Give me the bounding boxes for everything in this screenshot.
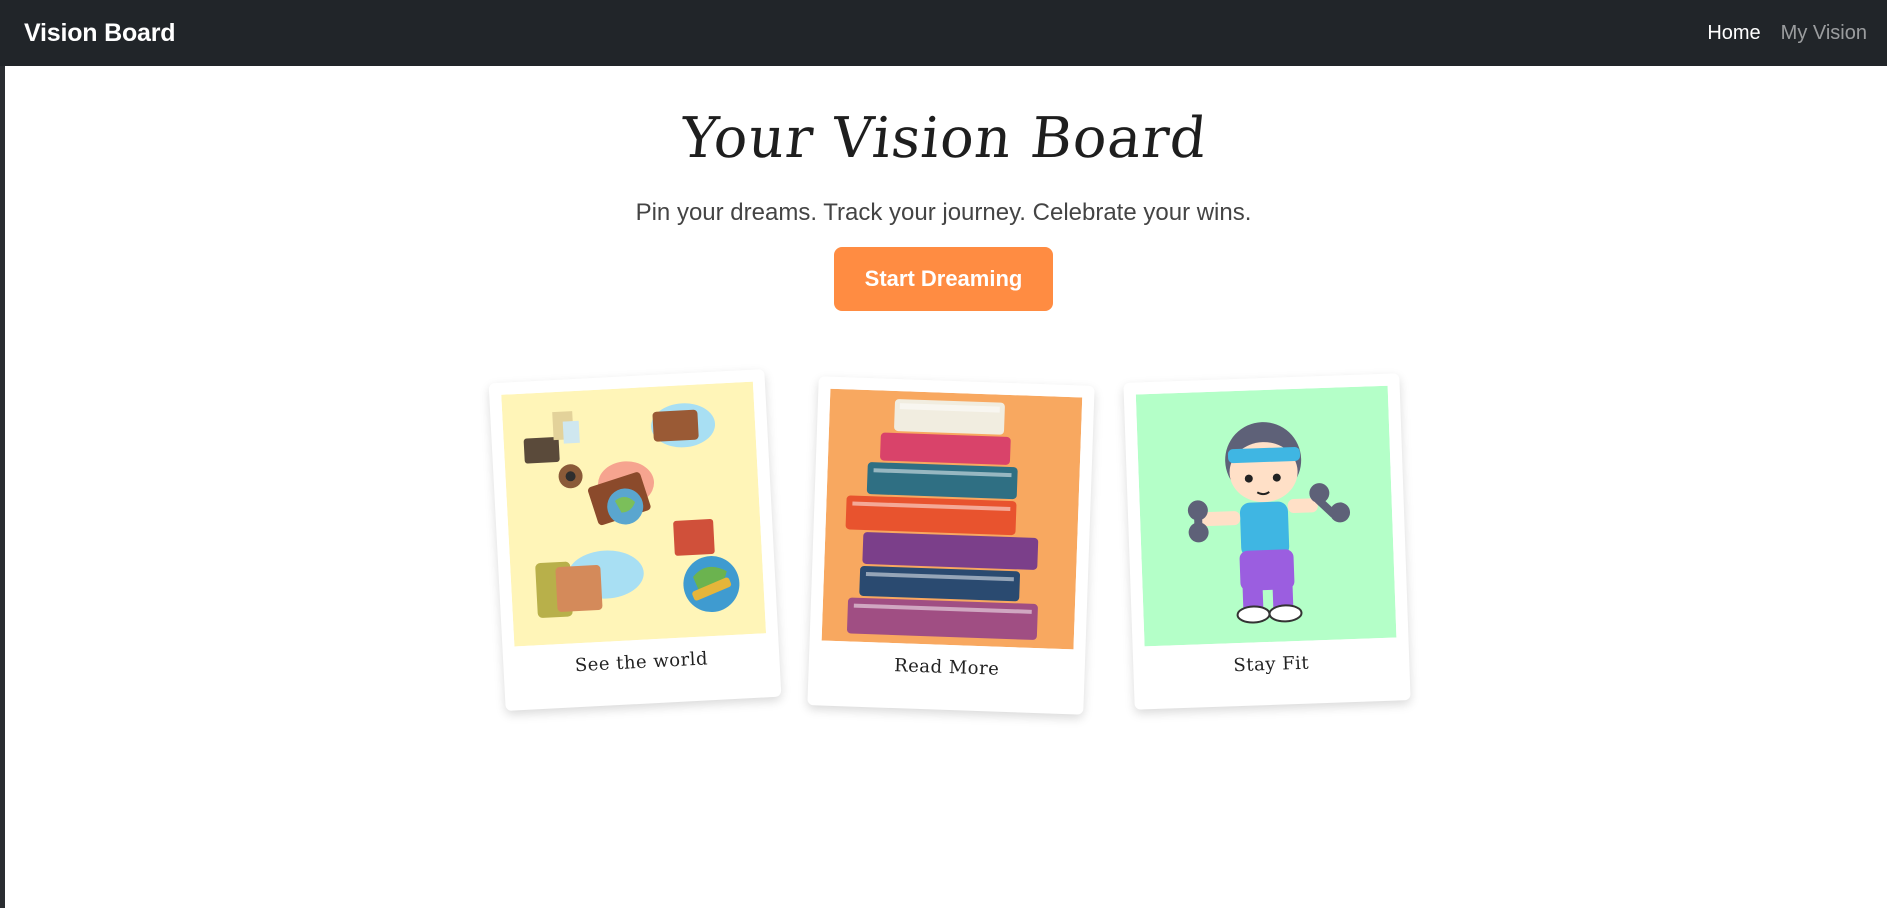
card-caption: See the world — [574, 648, 709, 677]
navbar: Vision Board Home My Vision — [0, 0, 1887, 66]
fitness-boy-illustration — [1135, 385, 1397, 647]
brand-logo[interactable]: Vision Board — [24, 19, 176, 48]
vision-card-travel[interactable]: See the world — [488, 369, 782, 711]
page-title: Your Vision Board — [677, 106, 1210, 171]
hero-section: Your Vision Board Pin your dreams. Track… — [0, 66, 1887, 311]
travel-illustration — [501, 381, 767, 647]
card-caption: Stay Fit — [1233, 652, 1310, 677]
books-stack-illustration — [821, 388, 1083, 650]
nav-links: Home My Vision — [1707, 22, 1867, 45]
start-dreaming-button[interactable]: Start Dreaming — [833, 247, 1054, 311]
card-caption: Read More — [893, 655, 1000, 680]
vision-card-reading[interactable]: Read More — [807, 376, 1095, 715]
vision-card-fitness[interactable]: Stay Fit — [1123, 373, 1411, 710]
nav-link-home[interactable]: Home — [1707, 22, 1760, 45]
nav-link-my-vision[interactable]: My Vision — [1781, 22, 1867, 45]
hero-subtitle: Pin your dreams. Track your journey. Cel… — [635, 199, 1252, 226]
